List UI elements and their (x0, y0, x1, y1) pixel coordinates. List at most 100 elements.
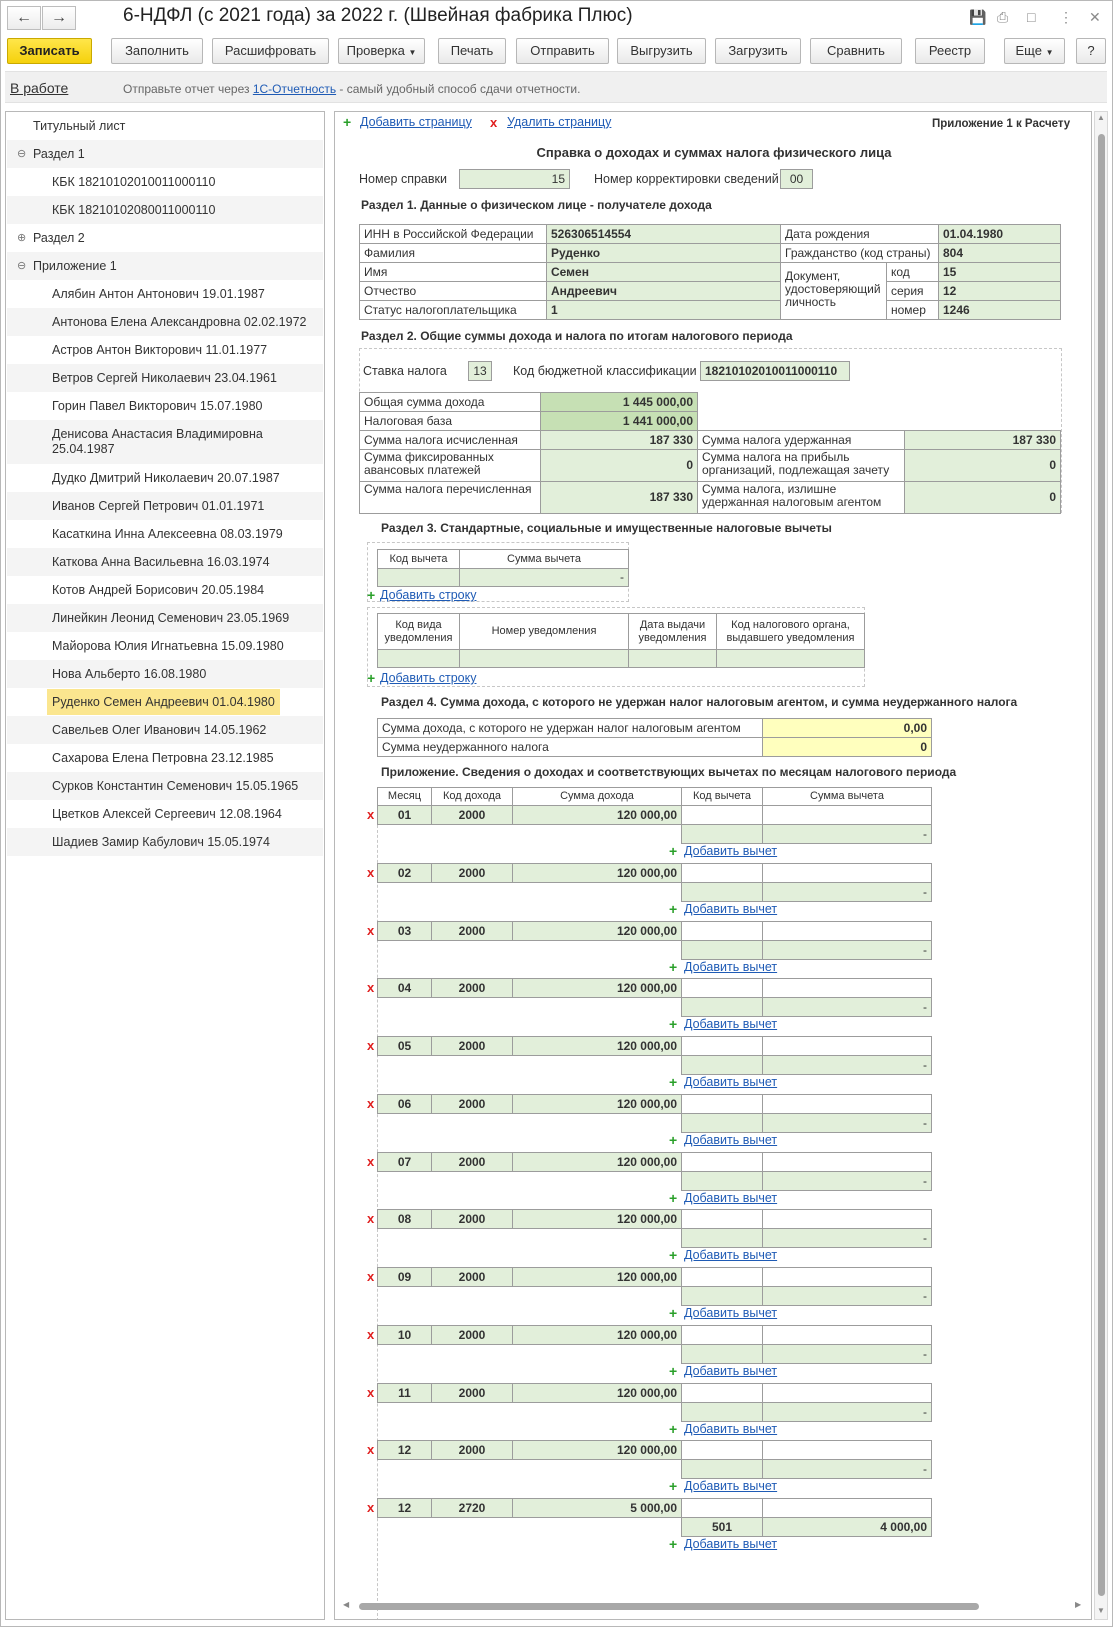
month-field[interactable]: 01 (377, 805, 432, 825)
month-field[interactable]: 07 (377, 1152, 432, 1172)
deduction-code-field[interactable] (681, 1171, 763, 1191)
patronymic-field[interactable]: Андреевич (546, 281, 781, 301)
month-field[interactable]: 06 (377, 1094, 432, 1114)
add-deduction-link[interactable]: Добавить вычет (684, 844, 777, 858)
deduction-code-field[interactable] (681, 1055, 763, 1075)
income-code-field[interactable]: 2000 (431, 978, 513, 998)
tree-leaf[interactable]: Руденко Семен Андреевич 01.04.1980 (7, 688, 323, 716)
arrow-left-icon[interactable]: ← (7, 6, 41, 30)
deduction-code-field[interactable] (681, 1286, 763, 1306)
add-deduction-link[interactable]: Добавить вычет (684, 1248, 777, 1262)
registry-button[interactable]: Реестр (915, 38, 985, 64)
horizontal-scroll-thumb[interactable] (359, 1603, 979, 1610)
excess-field[interactable]: 0 (904, 481, 1061, 514)
income-code-field[interactable]: 2000 (431, 863, 513, 883)
delete-row-icon[interactable]: x (367, 1211, 374, 1226)
delete-row-icon[interactable]: x (367, 807, 374, 822)
deduction-sum-field[interactable]: - (459, 568, 629, 587)
month-field[interactable]: 05 (377, 1036, 432, 1056)
scroll-down-icon[interactable]: ▼ (1097, 1606, 1105, 1615)
status-field[interactable]: 1 (546, 300, 781, 320)
income-code-field[interactable]: 2000 (431, 1325, 513, 1345)
income-code-field[interactable]: 2000 (431, 921, 513, 941)
tree-node[interactable]: Титульный лист (7, 112, 323, 140)
deduction-sum-field[interactable]: - (762, 940, 932, 960)
income-sum-field[interactable]: 120 000,00 (512, 1094, 682, 1114)
delete-row-icon[interactable]: x (367, 1385, 374, 1400)
income-sum-field[interactable]: 120 000,00 (512, 1152, 682, 1172)
income-sum-field[interactable]: 120 000,00 (512, 921, 682, 941)
tree-leaf[interactable]: Савельев Олег Иванович 14.05.1962 (7, 716, 323, 744)
income-code-field[interactable]: 2000 (431, 1036, 513, 1056)
add-deduction-link[interactable]: Добавить вычет (684, 1075, 777, 1089)
surname-field[interactable]: Руденко (546, 243, 781, 263)
1c-reporting-link[interactable]: 1С-Отчетность (253, 82, 336, 96)
delete-row-icon[interactable]: x (367, 1269, 374, 1284)
notif-number-field[interactable] (459, 649, 629, 668)
compare-button[interactable]: Сравнить (810, 38, 902, 64)
deduction-sum-field[interactable]: 4 000,00 (762, 1517, 932, 1537)
deduction-sum-field[interactable]: - (762, 1171, 932, 1191)
doc-series-field[interactable]: 12 (938, 281, 1061, 301)
tree-leaf[interactable]: Нова Альберто 16.08.1980 (7, 660, 323, 688)
deduction-sum-field[interactable]: - (762, 1459, 932, 1479)
tree-leaf[interactable]: Горин Павел Викторович 15.07.1980 (7, 392, 323, 420)
tree-node[interactable]: ⊖ Раздел 1 (7, 140, 323, 168)
save-icon[interactable]: 💾 (969, 9, 986, 26)
deduction-sum-field[interactable]: - (762, 824, 932, 844)
vertical-scrollbar[interactable]: ▲ ▼ (1094, 111, 1108, 1620)
delete-row-icon[interactable]: x (367, 1038, 374, 1053)
preview-icon[interactable]: □ (1027, 9, 1035, 25)
deduction-code-field[interactable] (681, 1344, 763, 1364)
income-code-field[interactable]: 2000 (431, 1267, 513, 1287)
tree-leaf[interactable]: КБК 18210102080011000110 (7, 196, 323, 224)
deduction-sum-field[interactable]: - (762, 997, 932, 1017)
deduction-sum-field[interactable]: - (762, 1344, 932, 1364)
tree-leaf[interactable]: Астров Антон Викторович 11.01.1977 (7, 336, 323, 364)
not-withheld-income-field[interactable]: 0,00 (762, 718, 932, 738)
income-field[interactable]: 1 445 000,00 (540, 392, 698, 412)
month-field[interactable]: 12 (377, 1440, 432, 1460)
deduction-sum-field[interactable]: - (762, 1055, 932, 1075)
deduction-sum-field[interactable]: - (762, 1113, 932, 1133)
close-icon[interactable]: ✕ (1089, 9, 1101, 26)
tree-leaf[interactable]: Каткова Анна Васильевна 16.03.1974 (7, 548, 323, 576)
deduction-code-field[interactable] (681, 997, 763, 1017)
delete-row-icon[interactable]: x (367, 923, 374, 938)
profit-field[interactable]: 0 (904, 449, 1061, 482)
collapse-icon[interactable]: ⊖ (17, 252, 26, 280)
income-sum-field[interactable]: 120 000,00 (512, 1209, 682, 1229)
birth-field[interactable]: 01.04.1980 (938, 224, 1061, 244)
tree-leaf[interactable]: Шадиев Замир Кабулович 15.05.1974 (7, 828, 323, 856)
deduction-code-field[interactable] (377, 568, 460, 587)
month-field[interactable]: 03 (377, 921, 432, 941)
income-sum-field[interactable]: 120 000,00 (512, 1325, 682, 1345)
month-field[interactable]: 09 (377, 1267, 432, 1287)
month-field[interactable]: 12 (377, 1498, 432, 1518)
delete-row-icon[interactable]: x (367, 1500, 374, 1515)
add-deduction-link[interactable]: Добавить вычет (684, 960, 777, 974)
tree-leaf[interactable]: Ветров Сергей Николаевич 23.04.1961 (7, 364, 323, 392)
save-button[interactable]: Записать (7, 38, 92, 64)
corr-field[interactable]: 00 (780, 169, 813, 189)
deduction-code-field[interactable] (681, 824, 763, 844)
delete-row-icon[interactable]: x (367, 1154, 374, 1169)
add-row-link-2[interactable]: Добавить строку (380, 671, 476, 685)
transferred-field[interactable]: 187 330 (540, 481, 698, 514)
more-vertical-icon[interactable]: ⋮ (1059, 9, 1073, 26)
tree-node[interactable]: ⊕ Раздел 2 (7, 224, 323, 252)
tree-leaf[interactable]: Алябин Антон Антонович 19.01.1987 (7, 280, 323, 308)
income-sum-field[interactable]: 120 000,00 (512, 863, 682, 883)
doc-number-field[interactable]: 1246 (938, 300, 1061, 320)
add-deduction-link[interactable]: Добавить вычет (684, 1364, 777, 1378)
add-deduction-link[interactable]: Добавить вычет (684, 1133, 777, 1147)
income-sum-field[interactable]: 5 000,00 (512, 1498, 682, 1518)
income-sum-field[interactable]: 120 000,00 (512, 978, 682, 998)
deduction-code-field[interactable] (681, 1459, 763, 1479)
fill-button[interactable]: Заполнить (111, 38, 203, 64)
tree-leaf[interactable]: Линейкин Леонид Семенович 23.05.1969 (7, 604, 323, 632)
tree-leaf[interactable]: Сахарова Елена Петровна 23.12.1985 (7, 744, 323, 772)
arrow-right-icon[interactable]: → (42, 6, 76, 30)
notif-date-field[interactable] (628, 649, 717, 668)
status-link[interactable]: В работе (10, 80, 68, 96)
